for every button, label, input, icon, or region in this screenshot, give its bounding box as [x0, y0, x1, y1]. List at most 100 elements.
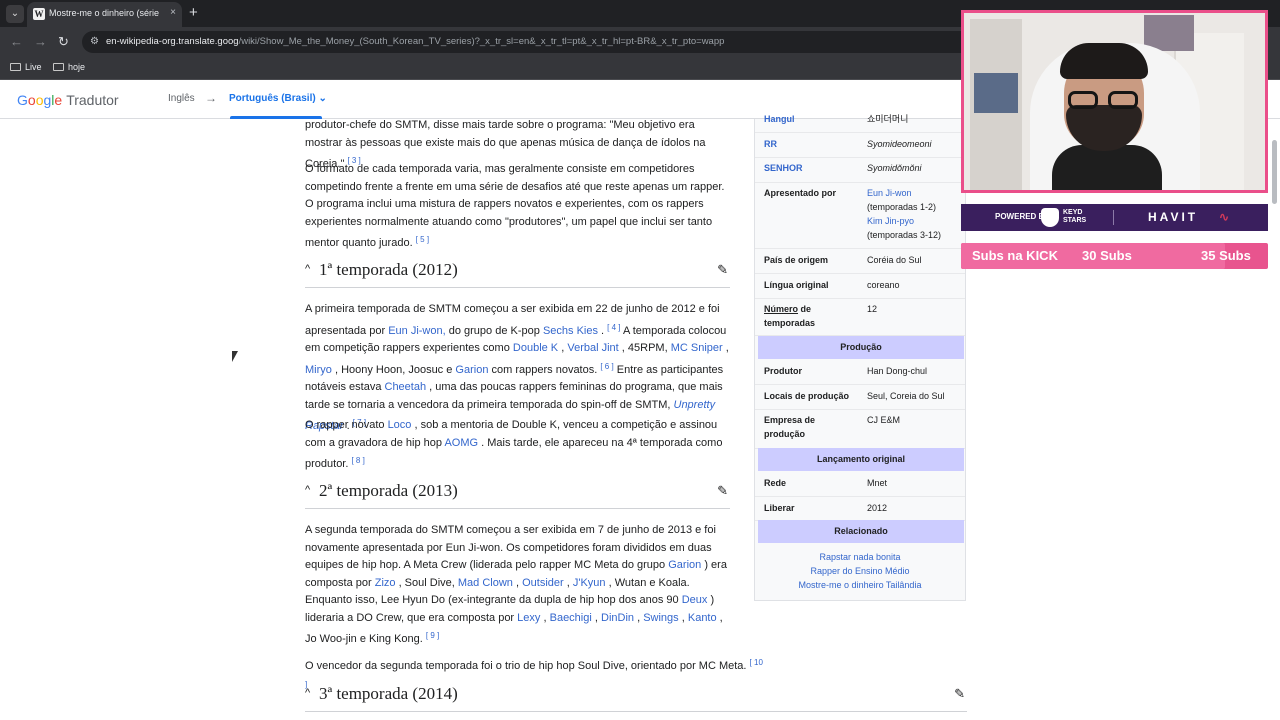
bookmark-folder-live[interactable]: Live [10, 62, 42, 72]
source-language-tab[interactable]: Inglês [168, 93, 195, 104]
article-link[interactable]: Kanto [688, 612, 717, 624]
article-link[interactable]: Outsider [522, 577, 564, 589]
infobox-value: Han Dong-chul [867, 366, 928, 376]
infobox-section-header: Lançamento original [758, 448, 964, 471]
infobox-label: Empresa de produção [764, 415, 816, 439]
infobox-value: Syomideomeoni [867, 139, 932, 149]
presenter-link[interactable]: Eun Ji-won [867, 188, 912, 198]
article-link[interactable]: Lexy [517, 612, 540, 624]
collapse-chevron-icon[interactable]: ^ [305, 263, 310, 275]
site-info-icon[interactable]: ⚙ [90, 36, 99, 47]
tab-search-icon[interactable]: ⌄ [6, 5, 24, 23]
google-translate-logo[interactable]: Google Tradutor [17, 92, 119, 108]
article-link[interactable]: Double K [513, 342, 558, 354]
sponsor-banner: POWERED BY KEYD STARS HAVIT ∿ [961, 204, 1268, 231]
related-link[interactable]: Mostre-me o dinheiro Tailândia [755, 578, 965, 592]
infobox-value: Seul, Coreia do Sul [867, 391, 945, 401]
infobox-row: Rede Mnet [755, 472, 965, 497]
paragraph: O formato de cada temporada varia, mas g… [305, 163, 725, 249]
infobox-row: Língua original coreano [755, 274, 965, 299]
address-bar[interactable]: ⚙ en-wikipedia-org.translate.goog/wiki/S… [82, 31, 1042, 53]
edit-pencil-icon[interactable]: ✎ [954, 686, 965, 702]
infobox-section-header: Produção [758, 336, 964, 359]
infobox-label[interactable]: RR [764, 137, 777, 151]
back-icon[interactable]: ← [10, 34, 23, 49]
section-heading-season-3: ^ 3ª temporada (2014) ✎ [305, 682, 967, 712]
article-link[interactable]: Loco [388, 419, 412, 431]
scrollbar-thumb[interactable] [1272, 140, 1277, 204]
infobox-label: Rede [764, 478, 787, 488]
reference-link[interactable]: [ 8 ] [351, 456, 364, 465]
reference-link[interactable]: [ 9 ] [426, 631, 439, 640]
article-link[interactable]: Baechigi [550, 612, 592, 624]
reference-link[interactable]: [ 5 ] [416, 235, 429, 244]
infobox-value: 쇼미더머니 [867, 114, 909, 124]
presenter-link[interactable]: Kim Jin-pyo [867, 216, 914, 226]
infobox-value[interactable]: Mnet [867, 476, 962, 490]
paragraph: A primeira temporada de SMTM começou a s… [305, 303, 729, 432]
infobox-label: Língua original [764, 280, 829, 290]
reference-link[interactable]: [ 6 ] [600, 362, 613, 371]
subs-current: 30 Subs [1082, 248, 1132, 263]
infobox-value: 2012 [867, 503, 888, 513]
infobox: Hangul 쇼미더머니 RR Syomideomeoni SENHOR Syo… [754, 114, 966, 601]
webcam-shelf-items [974, 73, 1018, 113]
collapse-chevron-icon[interactable]: ^ [305, 484, 310, 496]
close-icon[interactable]: × [170, 7, 176, 18]
article-link[interactable]: AOMG [444, 437, 478, 449]
infobox-value: Coréia do Sul [867, 255, 922, 265]
browser-tab[interactable]: W Mostre-me o dinheiro (série de × [27, 2, 182, 27]
infobox-label: Locais de produção [764, 391, 850, 401]
article-link[interactable]: Miryo [305, 364, 332, 376]
target-language-tab[interactable]: Português (Brasil) ⌄ [229, 93, 327, 104]
section-heading-season-2: ^ 2ª temporada (2013) ✎ [305, 479, 730, 509]
related-link[interactable]: Rapper do Ensino Médio [755, 564, 965, 578]
article-link[interactable]: Swings [643, 612, 678, 624]
keyd-stars-logo-icon [1041, 208, 1059, 227]
forward-icon[interactable]: → [34, 34, 47, 49]
infobox-label[interactable]: Hangul [764, 112, 795, 126]
bookmark-folder-hoje[interactable]: hoje [53, 62, 85, 72]
havit-logo: HAVIT [1148, 210, 1199, 224]
article-link[interactable]: Garion [455, 364, 488, 376]
article-link[interactable]: Mad Clown [458, 577, 513, 589]
infobox-row: Liberar 2012 [755, 497, 965, 521]
article-link[interactable]: MC Sniper [671, 342, 723, 354]
new-tab-icon[interactable]: + [189, 4, 198, 21]
article-link[interactable]: Cheetah [385, 381, 427, 393]
url-text: en-wikipedia-org.translate.goog/wiki/Sho… [106, 36, 725, 47]
infobox-row: Número de temporadas 12 [755, 299, 965, 336]
infobox-row: Produtor Han Dong-chul [755, 360, 965, 385]
wikipedia-favicon-icon: W [33, 8, 45, 20]
article-link[interactable]: Sechs Kies [543, 325, 598, 337]
infobox-value: Eun Ji-won (temporadas 1-2) Kim Jin-pyo … [867, 188, 942, 240]
collapse-chevron-icon[interactable]: ^ [305, 687, 310, 699]
reload-icon[interactable]: ↻ [58, 34, 69, 50]
infobox-value: coreano [867, 280, 900, 290]
article-link[interactable]: Zizo [375, 577, 396, 589]
infobox-row: Empresa de produção CJ E&M [755, 410, 965, 449]
infobox-value: 12 [867, 304, 878, 314]
infobox-row: SENHOR Syomidŏmŏni [755, 158, 965, 183]
article-link[interactable]: Eun Ji-won, [388, 325, 445, 337]
article-link[interactable]: Verbal Jint [567, 342, 618, 354]
divider [1113, 210, 1114, 225]
reference-link[interactable]: [ 4 ] [607, 323, 620, 332]
infobox-value: Syomidŏmŏni [867, 163, 922, 173]
article-link[interactable]: DinDin [601, 612, 634, 624]
arrow-right-icon: → [205, 91, 217, 105]
subs-goal: 35 Subs [1201, 248, 1251, 263]
infobox-value[interactable]: CJ E&M [867, 413, 962, 427]
article-link[interactable]: Garion [668, 559, 701, 571]
infobox-label: Produtor [764, 366, 802, 376]
article-link[interactable]: J'Kyun [573, 577, 606, 589]
infobox-label[interactable]: SENHOR [764, 161, 803, 175]
folder-icon [10, 63, 21, 71]
article-link[interactable]: Deux [682, 594, 708, 606]
edit-pencil-icon[interactable]: ✎ [717, 262, 728, 278]
infobox-row: País de origem Coréia do Sul [755, 249, 965, 274]
related-link[interactable]: Rapstar nada bonita [755, 550, 965, 564]
edit-pencil-icon[interactable]: ✎ [717, 483, 728, 499]
infobox-row: Apresentado por Eun Ji-won (temporadas 1… [755, 183, 965, 249]
infobox-row: RR Syomideomeoni [755, 133, 965, 158]
